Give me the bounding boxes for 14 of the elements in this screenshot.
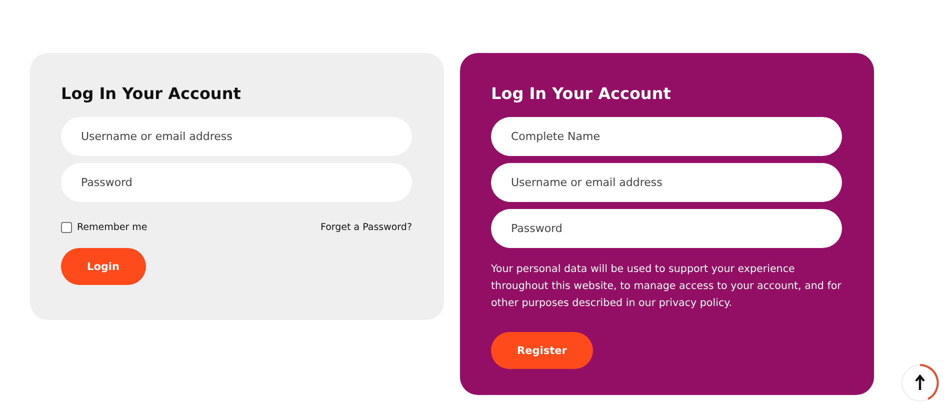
checkbox-label: Remember me (77, 222, 148, 233)
register-button[interactable]: Register (491, 332, 593, 369)
input-field[interactable]: Complete Name (491, 117, 842, 156)
login-button[interactable]: Login (61, 248, 146, 285)
input-field[interactable]: Username or email address (61, 117, 412, 156)
scroll-top-button[interactable] (900, 363, 940, 403)
input-field[interactable]: Password (491, 209, 842, 248)
input-field[interactable]: Username or email address (491, 163, 842, 202)
card-title: Log In Your Account (491, 83, 671, 105)
input-field[interactable]: Password (61, 163, 412, 202)
card-title: Log In Your Account (61, 83, 241, 105)
forgot-password-link[interactable]: Forget a Password? (320, 222, 412, 233)
checkbox[interactable] (61, 222, 72, 233)
privacy-note: Your personal data will be used to support your experience throughout this website, to manage access to your account, and for other purposes described in our privacy policy. (491, 262, 842, 311)
